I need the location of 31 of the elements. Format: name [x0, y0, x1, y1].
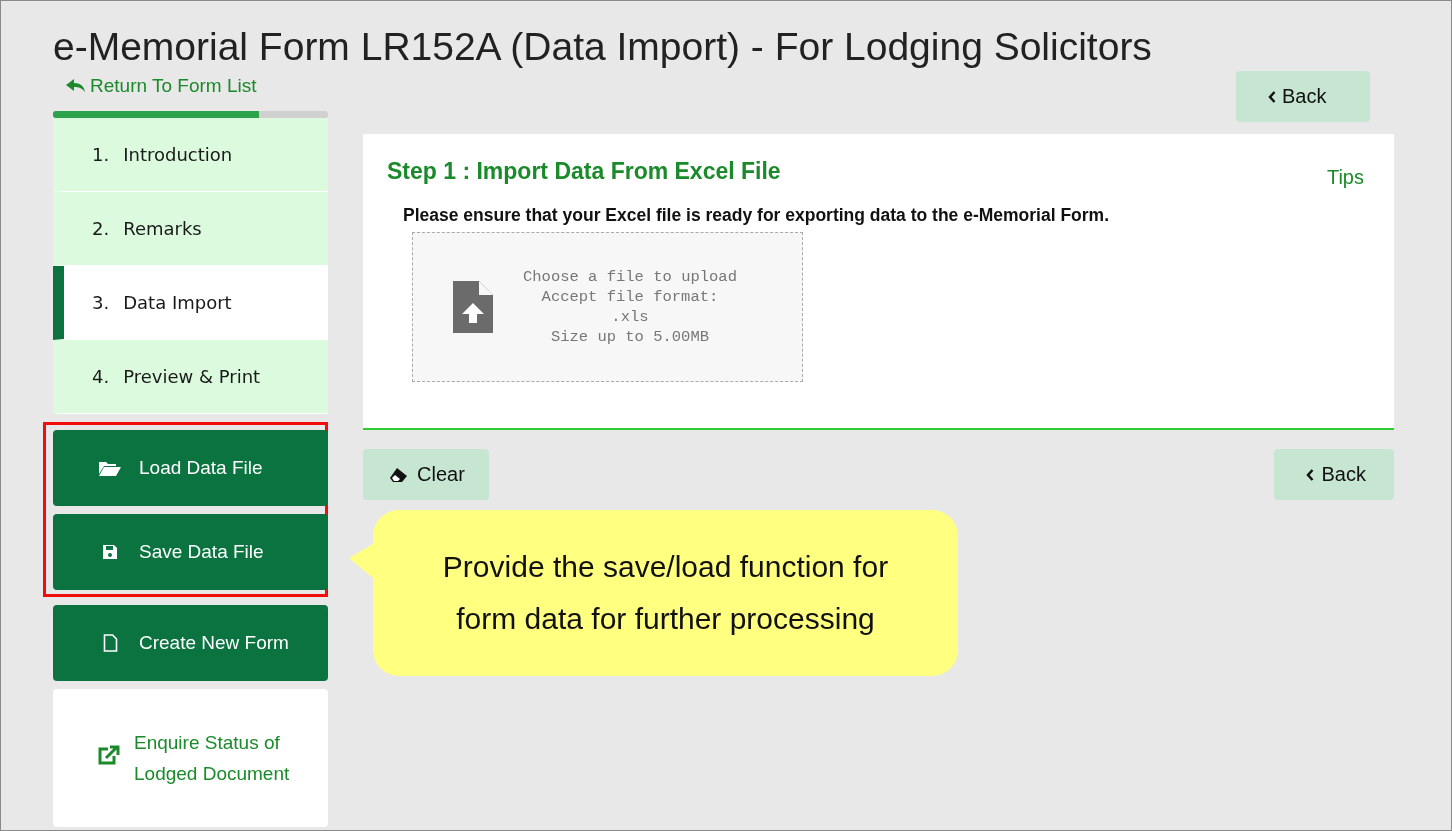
external-link-icon	[98, 744, 120, 765]
back-button[interactable]: Back	[1236, 71, 1370, 122]
file-drop-zone[interactable]: Choose a file to upload Accept file format: .xls Size up to 5.00MB	[412, 232, 803, 382]
upload-hint: .xls	[611, 307, 649, 327]
back-arrow-icon	[66, 78, 86, 94]
callout-text: Provide the save/load function for form data for further processing	[441, 549, 890, 637]
clear-button[interactable]: Clear	[363, 449, 489, 500]
eraser-icon	[389, 466, 409, 483]
back-button[interactable]: Back	[1273, 449, 1394, 500]
tips-link[interactable]: Tips	[1326, 166, 1364, 189]
file-icon	[102, 634, 118, 652]
enquire-link[interactable]: Enquire Status of Lodged Document	[53, 689, 328, 827]
upload-hint: Accept file format:	[541, 287, 719, 307]
action-button[interactable]: Load Data File	[53, 430, 328, 506]
folder-icon	[99, 460, 121, 476]
upload-hint: Size up to 5.00MB	[550, 327, 710, 347]
step-heading: Step 1 : Import Data From Excel File	[387, 158, 781, 185]
file-upload-icon	[453, 281, 493, 333]
upload-hint: Choose a file to upload	[523, 267, 737, 287]
instruction-text: Please ensure that your Excel file is ready for exporting data to the e-Memorial Form.	[403, 205, 1111, 226]
page-title: e-Memorial Form LR152A (Data Import) - For Lodging Solicitors	[53, 25, 1153, 69]
return-link[interactable]: Return To Form List	[66, 73, 328, 99]
save-icon	[102, 544, 118, 560]
step-tab[interactable]: 1. Introduction	[53, 118, 328, 192]
step-tab[interactable]: 4. Preview & Print	[53, 340, 328, 414]
step-tab[interactable]: 2. Remarks	[53, 192, 328, 266]
step-tab[interactable]: 3. Data Import	[53, 266, 328, 340]
action-button[interactable]: Create New Form	[53, 605, 328, 681]
chevron-left-icon	[1305, 468, 1314, 481]
chevron-left-icon	[1268, 90, 1276, 103]
action-button[interactable]: Save Data File	[53, 514, 328, 590]
